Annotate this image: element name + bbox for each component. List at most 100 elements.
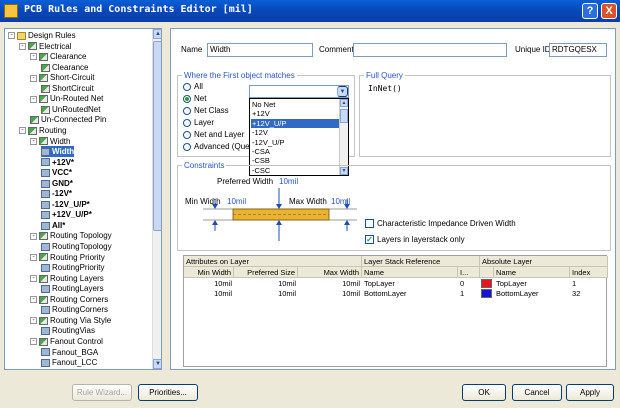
- match-option[interactable]: Layer: [183, 117, 214, 129]
- layer-color-swatch[interactable]: [481, 289, 492, 298]
- collapse-toggle-icon[interactable]: -: [30, 317, 37, 325]
- collapse-toggle-icon[interactable]: -: [30, 137, 37, 145]
- collapse-toggle-icon[interactable]: -: [30, 95, 37, 103]
- match-option[interactable]: All: [183, 81, 203, 93]
- collapse-toggle-icon[interactable]: -: [8, 32, 15, 40]
- collapse-toggle-icon[interactable]: -: [30, 296, 37, 304]
- match-option[interactable]: Advanced (Query): [183, 141, 259, 153]
- dropdown-item[interactable]: +12V_U/P: [251, 118, 339, 128]
- close-button[interactable]: X: [601, 3, 617, 19]
- tree-item[interactable]: Fanout_BGA: [41, 347, 98, 358]
- radio-button[interactable]: [183, 106, 191, 115]
- table-column-header[interactable]: Index: [570, 267, 608, 278]
- collapse-toggle-icon[interactable]: -: [30, 275, 37, 283]
- comment-field[interactable]: [353, 43, 507, 57]
- dropdown-item[interactable]: -12V: [251, 128, 339, 137]
- net-combo[interactable]: ▼: [249, 85, 349, 98]
- collapse-toggle-icon[interactable]: -: [30, 74, 37, 82]
- tree-item[interactable]: Un-Connected Pin: [30, 114, 106, 125]
- table-column-header[interactable]: I...: [458, 267, 480, 278]
- tree-item[interactable]: - Width: [30, 136, 70, 147]
- dropdown-item[interactable]: +12V: [251, 109, 339, 118]
- radio-button[interactable]: [183, 130, 191, 139]
- table-row[interactable]: 10mil 10mil 10mil BottomLayer 1 BottomLayer 32: [184, 289, 608, 299]
- ok-button[interactable]: OK: [462, 384, 506, 401]
- rules-tree[interactable]: Fanout_LCC Fanout_BGA - Fanout Control Routi…: [4, 28, 162, 370]
- radio-button[interactable]: [183, 82, 191, 91]
- tree-item[interactable]: RoutingCorners: [41, 304, 108, 315]
- collapse-toggle-icon[interactable]: -: [30, 232, 37, 240]
- collapse-toggle-icon[interactable]: -: [19, 127, 26, 135]
- tree-item[interactable]: - Un-Routed Net: [30, 93, 103, 104]
- tree-item[interactable]: - Routing Corners: [30, 294, 108, 305]
- tree-item[interactable]: - Routing Topology: [30, 230, 112, 241]
- unique-id-field[interactable]: RDTGQESX: [549, 43, 607, 57]
- help-button[interactable]: ?: [582, 3, 598, 19]
- tree-item[interactable]: RoutingTopology: [41, 241, 112, 252]
- tree-item[interactable]: UnRoutedNet: [41, 104, 100, 115]
- layer-color-swatch[interactable]: [481, 279, 492, 288]
- layer-attributes-table[interactable]: Attributes on Layer Layer Stack Reference…: [183, 255, 608, 367]
- dropdown-scroll-thumb[interactable]: [340, 109, 348, 123]
- tree-item[interactable]: +12V*: [41, 157, 74, 168]
- tree-item[interactable]: - Electrical: [19, 41, 71, 52]
- apply-button[interactable]: Apply: [566, 384, 614, 401]
- tree-item[interactable]: - Routing: [19, 125, 67, 136]
- tree-item[interactable]: -12V_U/P*: [41, 199, 90, 210]
- tree-item[interactable]: VCC*: [41, 167, 72, 178]
- tree-item[interactable]: RoutingPriority: [41, 262, 104, 273]
- table-cell: 10mil: [342, 279, 360, 288]
- combo-arrow-icon[interactable]: ▼: [337, 86, 348, 97]
- dropdown-item[interactable]: No Net: [251, 100, 339, 109]
- radio-button[interactable]: [183, 142, 191, 151]
- dropdown-up-arrow-icon[interactable]: ▲: [340, 99, 348, 107]
- table-column-header[interactable]: Min Width: [184, 267, 234, 278]
- tree-item[interactable]: Width: [41, 146, 75, 158]
- radio-button[interactable]: [183, 118, 191, 127]
- cancel-button[interactable]: Cancel: [512, 384, 562, 401]
- collapse-toggle-icon[interactable]: -: [30, 338, 37, 346]
- tree-item[interactable]: - Routing Layers: [30, 273, 104, 284]
- rule-wizard-button[interactable]: Rule Wizard...: [72, 384, 132, 401]
- tree-scrollbar[interactable]: ▲ ▼: [152, 29, 161, 369]
- priorities-button[interactable]: Priorities...: [138, 384, 198, 401]
- tree-scroll-thumb[interactable]: [153, 41, 161, 231]
- tree-item[interactable]: +12V_U/P*: [41, 209, 92, 220]
- full-query-text[interactable]: InNet(): [368, 84, 402, 93]
- collapse-toggle-icon[interactable]: -: [30, 253, 37, 261]
- tree-item[interactable]: - Clearance: [30, 51, 86, 62]
- tree-item[interactable]: - Design Rules: [8, 30, 76, 41]
- layerstack-checkbox[interactable]: ✓: [365, 235, 374, 244]
- tree-item[interactable]: - Fanout Control: [30, 336, 103, 347]
- tree-item[interactable]: RoutingLayers: [41, 283, 104, 294]
- impedance-checkbox[interactable]: [365, 219, 374, 228]
- match-option[interactable]: Net Class: [183, 105, 229, 117]
- tree-item[interactable]: ShortCircuit: [41, 83, 94, 94]
- tree-item[interactable]: - Routing Priority: [30, 252, 105, 263]
- table-column-header[interactable]: [480, 267, 494, 278]
- collapse-toggle-icon[interactable]: -: [19, 42, 26, 50]
- tree-item[interactable]: - Short-Circuit: [30, 72, 94, 83]
- dropdown-item[interactable]: -12V_U/P: [251, 138, 339, 147]
- table-column-header[interactable]: Name: [362, 267, 458, 278]
- table-column-header[interactable]: Name: [494, 267, 570, 278]
- tree-item[interactable]: - Routing Via Style: [30, 315, 111, 326]
- tree-item[interactable]: RoutingVias: [41, 325, 95, 336]
- match-option[interactable]: Net and Layer: [183, 129, 244, 141]
- scroll-up-arrow-icon[interactable]: ▲: [153, 29, 161, 39]
- dropdown-scrollbar[interactable]: ▲ ▼: [339, 99, 348, 175]
- collapse-toggle-icon[interactable]: -: [30, 53, 37, 61]
- tree-item[interactable]: All*: [41, 220, 65, 231]
- scroll-down-arrow-icon[interactable]: ▼: [153, 359, 161, 369]
- table-column-header[interactable]: Max Width: [298, 267, 362, 278]
- dropdown-item[interactable]: -CSA: [251, 147, 339, 156]
- tree-item[interactable]: Clearance: [41, 62, 88, 73]
- tree-item[interactable]: -12V*: [41, 188, 72, 199]
- tree-item[interactable]: Fanout_LCC: [41, 357, 97, 368]
- match-option[interactable]: Net: [183, 93, 206, 105]
- tree-item[interactable]: GND*: [41, 178, 73, 189]
- radio-button[interactable]: [183, 94, 191, 103]
- table-column-header[interactable]: Preferred Size: [234, 267, 298, 278]
- name-field[interactable]: Width: [207, 43, 313, 57]
- table-row[interactable]: 10mil 10mil 10mil TopLayer 0 TopLayer 1: [184, 279, 608, 289]
